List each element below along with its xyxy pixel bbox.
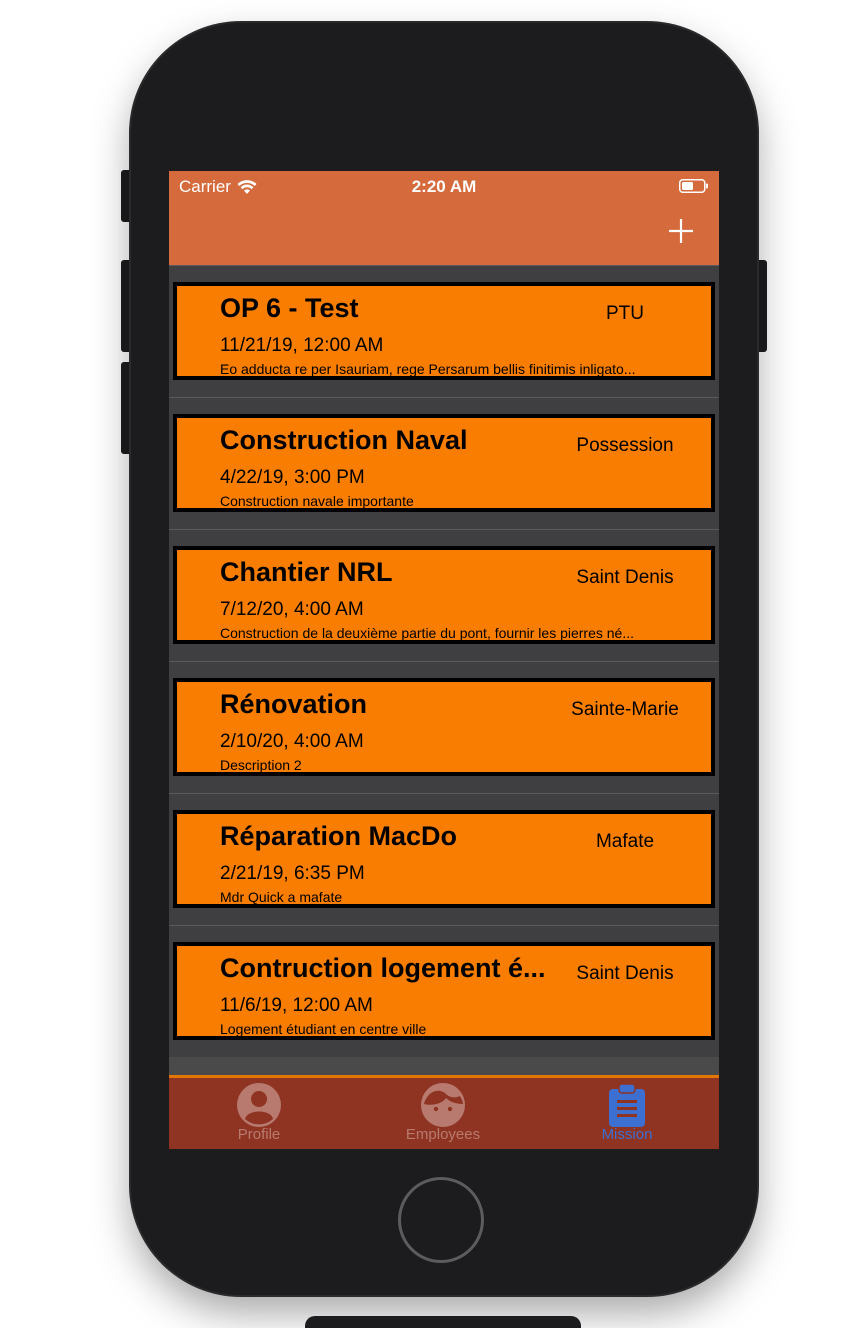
battery-icon <box>679 179 708 193</box>
tab-mission[interactable]: Mission <box>537 1082 717 1148</box>
tab-employees-label: Employees <box>405 1126 481 1143</box>
mission-title: Réparation MacDo <box>220 821 458 851</box>
mission-title: Chantier NRL <box>220 557 393 587</box>
tab-profile-label: Profile <box>237 1126 281 1143</box>
mission-date: 4/22/19, 3:00 PM <box>220 467 365 488</box>
list-item[interactable]: Rénovation Sainte-Marie 2/10/20, 4:00 AM… <box>169 661 719 793</box>
list-item[interactable]: Chantier NRL Saint Denis 7/12/20, 4:00 A… <box>169 529 719 661</box>
mission-card[interactable]: Chantier NRL Saint Denis 7/12/20, 4:00 A… <box>173 546 715 644</box>
home-button[interactable] <box>398 1177 484 1263</box>
mission-location: Saint Denis <box>576 567 674 588</box>
app-screen: Carrier 2:20 AM OP 6 - Test PTU 11/21/19… <box>169 171 719 1149</box>
mission-title: Rénovation <box>220 689 368 719</box>
mission-date: 11/21/19, 12:00 AM <box>220 335 384 356</box>
list-item[interactable]: Contruction logement é... Saint Denis 11… <box>169 925 719 1057</box>
mission-description: Construction navale importante <box>220 493 414 509</box>
profile-icon <box>237 1083 281 1127</box>
tab-bar: Profile Employees Mission <box>169 1075 719 1149</box>
mission-date: 2/10/20, 4:00 AM <box>220 731 364 752</box>
mission-date: 11/6/19, 12:00 AM <box>220 995 373 1016</box>
mission-location: Saint Denis <box>576 963 674 984</box>
tab-profile[interactable]: Profile <box>169 1082 349 1148</box>
mission-description: Eo adducta re per Isauriam, rege Persaru… <box>220 361 636 377</box>
mission-date: 2/21/19, 6:35 PM <box>220 863 365 884</box>
mission-description: Mdr Quick a mafate <box>220 889 343 905</box>
mission-title: Construction Naval <box>220 425 468 455</box>
face-icon <box>421 1083 465 1127</box>
mission-date: 7/12/20, 4:00 AM <box>220 599 364 620</box>
list-item[interactable]: Construction Naval Possession 4/22/19, 3… <box>169 397 719 529</box>
device-frame: Carrier 2:20 AM OP 6 - Test PTU 11/21/19… <box>0 0 842 1328</box>
mission-card[interactable]: Contruction logement é... Saint Denis 11… <box>173 942 715 1040</box>
mission-title: OP 6 - Test <box>220 293 359 323</box>
mission-location: Mafate <box>595 831 655 852</box>
mission-card[interactable]: OP 6 - Test PTU 11/21/19, 12:00 AM Eo ad… <box>173 282 715 380</box>
mission-title: Contruction logement é... <box>220 953 546 983</box>
list-item[interactable]: OP 6 - Test PTU 11/21/19, 12:00 AM Eo ad… <box>169 265 719 397</box>
dock-bar <box>305 1316 581 1328</box>
tab-employees[interactable]: Employees <box>353 1082 533 1148</box>
clipboard-icon <box>609 1083 645 1127</box>
add-mission-button[interactable] <box>665 215 697 247</box>
mission-card[interactable]: Réparation MacDo Mafate 2/21/19, 6:35 PM… <box>173 810 715 908</box>
status-bar: Carrier 2:20 AM <box>169 171 719 203</box>
mission-card[interactable]: Construction Naval Possession 4/22/19, 3… <box>173 414 715 512</box>
mission-description: Logement étudiant en centre ville <box>220 1021 427 1037</box>
list-item[interactable]: Réparation MacDo Mafate 2/21/19, 6:35 PM… <box>169 793 719 925</box>
mission-description: Construction de la deuxième partie du po… <box>220 625 635 641</box>
mission-location: Sainte-Marie <box>571 699 679 720</box>
mission-card[interactable]: Rénovation Sainte-Marie 2/10/20, 4:00 AM… <box>173 678 715 776</box>
mission-list[interactable]: OP 6 - Test PTU 11/21/19, 12:00 AM Eo ad… <box>169 265 719 1075</box>
tab-mission-label: Mission <box>601 1126 653 1143</box>
navigation-bar: Carrier 2:20 AM <box>169 171 719 265</box>
mission-location: PTU <box>606 303 644 324</box>
mission-description: Description 2 <box>220 757 302 773</box>
status-time: 2:20 AM <box>411 177 477 196</box>
mission-location: Possession <box>576 435 674 456</box>
